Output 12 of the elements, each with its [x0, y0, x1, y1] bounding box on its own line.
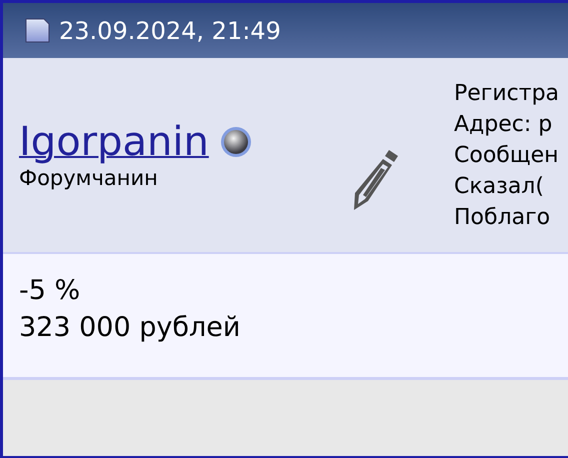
pencil-icon — [352, 148, 400, 212]
author-info-line: Поблаго — [454, 204, 552, 232]
user-rank: Форумчанин — [19, 165, 159, 191]
author-info-line: Регистра — [454, 80, 560, 108]
message-text: -5 % — [19, 274, 82, 308]
message-text: 323 000 рублей — [19, 311, 242, 345]
post-date: 23.09.2024, 21:49 — [59, 18, 281, 42]
author-info-line: Сообщен — [454, 142, 560, 170]
author-info-line: Сказал( — [454, 172, 545, 200]
author-info-line: Адрес: р — [454, 110, 554, 138]
document-icon — [25, 18, 51, 43]
username-link[interactable]: Igorpanin — [19, 119, 209, 165]
